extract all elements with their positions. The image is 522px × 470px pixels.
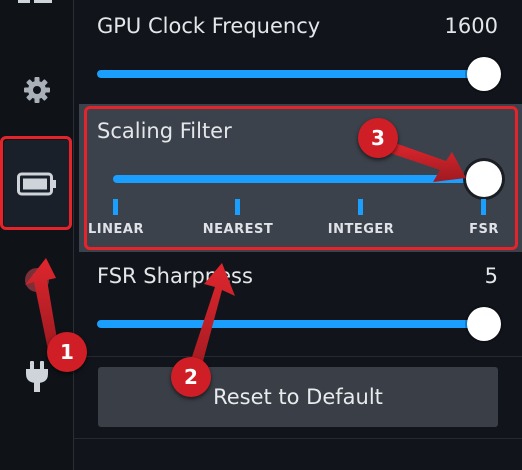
scaling-filter-highlight-box xyxy=(84,106,518,250)
menu-icon[interactable] xyxy=(18,0,52,10)
svg-text:?: ? xyxy=(32,271,42,291)
annotation-badge-3: 3 xyxy=(358,118,398,158)
sidebar-highlight-box xyxy=(0,136,72,230)
annotation-badge-1: 1 xyxy=(47,332,87,372)
quick-access-sidebar: ? xyxy=(0,0,75,470)
fsr-sharpness-label: FSR Sharpness xyxy=(97,264,253,288)
divider xyxy=(74,438,522,439)
fsr-sharpness-slider-knob[interactable] xyxy=(467,307,501,341)
gpu-clock-slider-knob[interactable] xyxy=(467,57,501,91)
annotation-badge-2: 2 xyxy=(171,357,211,397)
gpu-clock-value: 1600 xyxy=(444,14,498,38)
gpu-clock-label: GPU Clock Frequency xyxy=(97,14,321,38)
fsr-sharpness-value: 5 xyxy=(484,264,498,288)
reset-to-default-button[interactable]: Reset to Default xyxy=(98,367,498,427)
gpu-clock-slider-track[interactable] xyxy=(97,70,485,78)
fsr-sharpness-slider-track[interactable] xyxy=(97,320,485,328)
help-icon[interactable]: ? xyxy=(0,262,73,298)
gear-icon[interactable] xyxy=(0,70,73,110)
divider xyxy=(74,356,522,357)
